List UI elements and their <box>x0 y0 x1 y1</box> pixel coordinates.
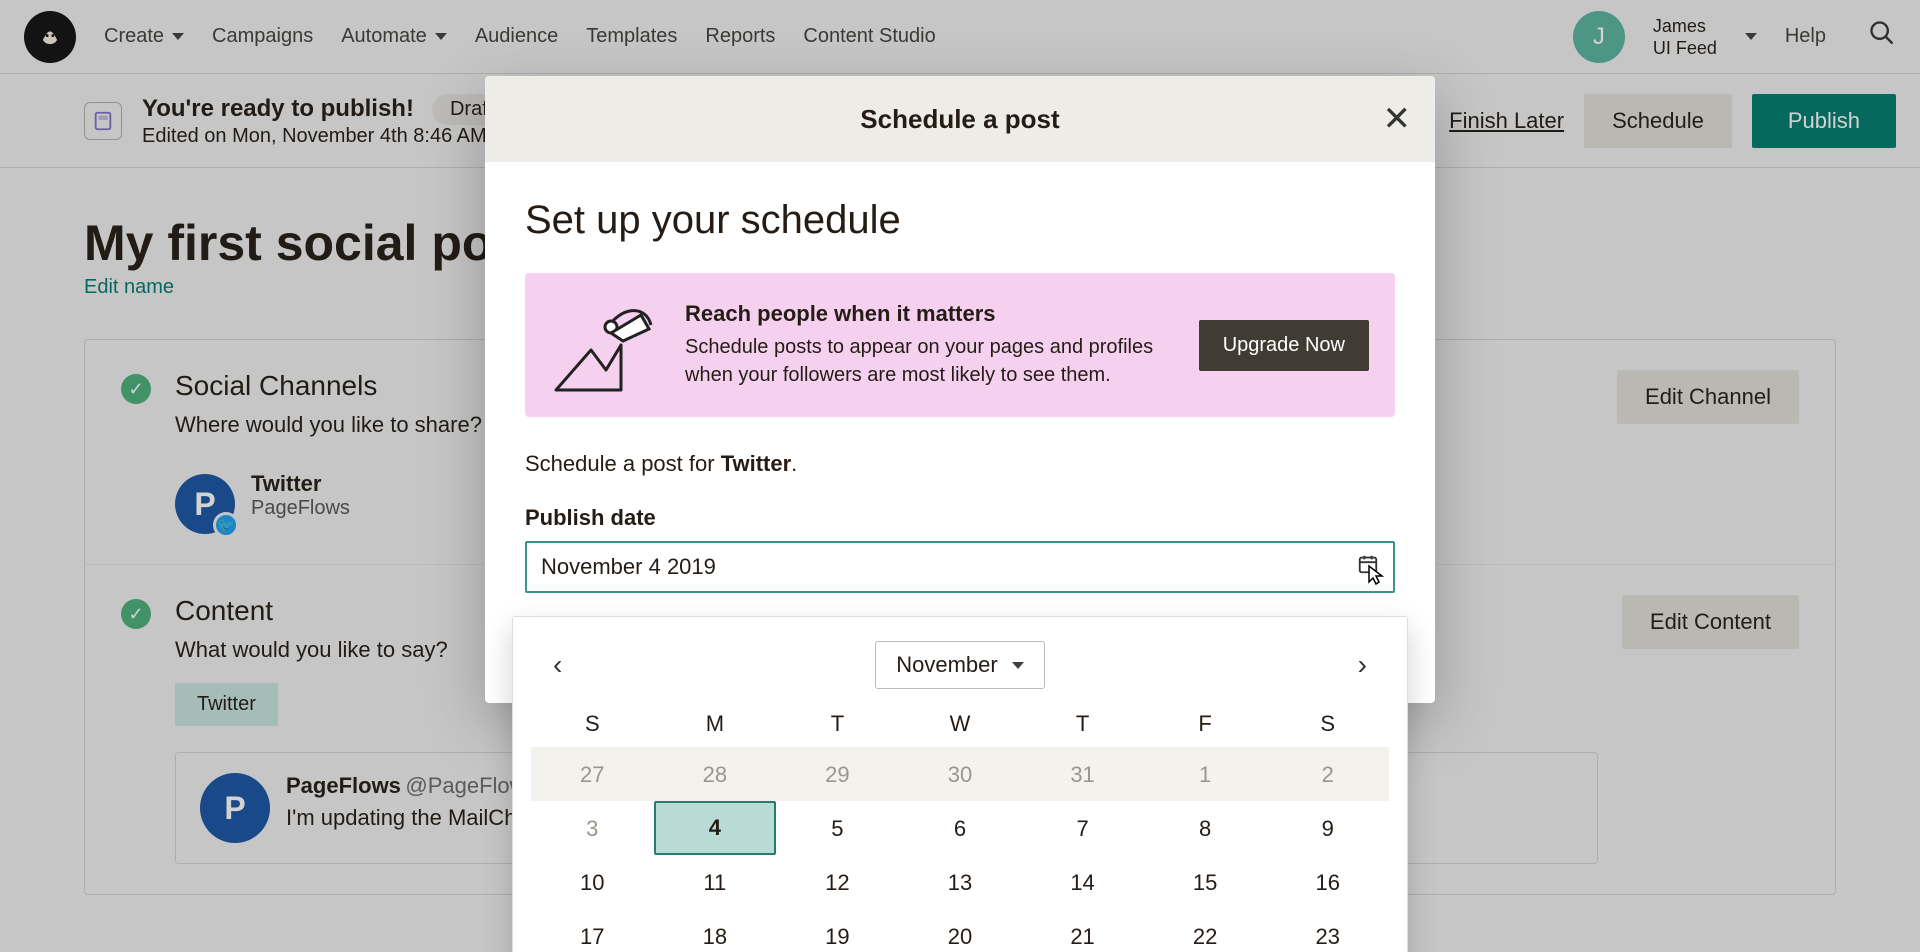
calendar-day[interactable]: 22 <box>1144 909 1267 952</box>
month-label: November <box>896 652 997 678</box>
calendar-day[interactable]: 13 <box>899 855 1022 909</box>
dow-label: T <box>1021 705 1144 743</box>
schedule-modal: Schedule a post ✕ Set up your schedule R… <box>485 76 1435 703</box>
dow-label: M <box>654 705 777 743</box>
calendar-day[interactable]: 11 <box>654 855 777 909</box>
date-picker: ‹ November › S M T W T F S 2728293031123… <box>512 616 1408 952</box>
dow-label: S <box>1266 705 1389 743</box>
schedule-target: Twitter <box>721 451 791 476</box>
calendar-day[interactable]: 7 <box>1021 801 1144 855</box>
calendar-day[interactable]: 1 <box>1144 747 1267 801</box>
calendar-day[interactable]: 4 <box>654 801 777 855</box>
publish-date-input[interactable]: November 4 2019 <box>525 541 1395 593</box>
cursor-icon <box>1367 564 1385 591</box>
upgrade-now-button[interactable]: Upgrade Now <box>1199 320 1369 371</box>
calendar-day[interactable]: 3 <box>531 801 654 855</box>
calendar-day[interactable]: 17 <box>531 909 654 952</box>
calendar-day[interactable]: 2 <box>1266 747 1389 801</box>
calendar-day[interactable]: 18 <box>654 909 777 952</box>
month-select[interactable]: November <box>875 641 1044 689</box>
promo-illustration <box>551 295 661 395</box>
calendar-day[interactable]: 29 <box>776 747 899 801</box>
calendar-day[interactable]: 31 <box>1021 747 1144 801</box>
dow-label: W <box>899 705 1022 743</box>
calendar-day[interactable]: 19 <box>776 909 899 952</box>
calendar-nav: ‹ November › <box>531 639 1389 691</box>
modal-heading: Set up your schedule <box>525 198 1395 243</box>
dow-label: S <box>531 705 654 743</box>
calendar-icon[interactable] <box>1357 553 1379 581</box>
modal-title: Schedule a post <box>860 104 1059 135</box>
dow-label: T <box>776 705 899 743</box>
calendar-grid: 2728293031123456789101112131415161718192… <box>531 747 1389 952</box>
schedule-for-line: Schedule a post for Twitter. <box>525 451 1395 477</box>
calendar-day[interactable]: 15 <box>1144 855 1267 909</box>
calendar-day[interactable]: 5 <box>776 801 899 855</box>
promo-heading: Reach people when it matters <box>685 301 1175 327</box>
calendar-day[interactable]: 12 <box>776 855 899 909</box>
calendar-day[interactable]: 6 <box>899 801 1022 855</box>
publish-date-value: November 4 2019 <box>541 554 1357 580</box>
upgrade-promo: Reach people when it matters Schedule po… <box>525 273 1395 417</box>
calendar-day[interactable]: 23 <box>1266 909 1389 952</box>
modal-header: Schedule a post ✕ <box>485 76 1435 162</box>
prev-month-button[interactable]: ‹ <box>541 643 574 687</box>
dow-label: F <box>1144 705 1267 743</box>
calendar-day[interactable]: 10 <box>531 855 654 909</box>
calendar-day[interactable]: 28 <box>654 747 777 801</box>
chevron-down-icon <box>1012 662 1024 669</box>
calendar-day[interactable]: 27 <box>531 747 654 801</box>
next-month-button[interactable]: › <box>1346 643 1379 687</box>
calendar-dow-row: S M T W T F S <box>531 705 1389 743</box>
calendar-day[interactable]: 30 <box>899 747 1022 801</box>
calendar-day[interactable]: 9 <box>1266 801 1389 855</box>
promo-text: Schedule posts to appear on your pages a… <box>685 333 1175 389</box>
calendar-day[interactable]: 14 <box>1021 855 1144 909</box>
calendar-day[interactable]: 20 <box>899 909 1022 952</box>
calendar-day[interactable]: 8 <box>1144 801 1267 855</box>
close-icon[interactable]: ✕ <box>1383 102 1412 136</box>
calendar-day[interactable]: 21 <box>1021 909 1144 952</box>
calendar-day[interactable]: 16 <box>1266 855 1389 909</box>
publish-date-label: Publish date <box>525 505 1395 531</box>
